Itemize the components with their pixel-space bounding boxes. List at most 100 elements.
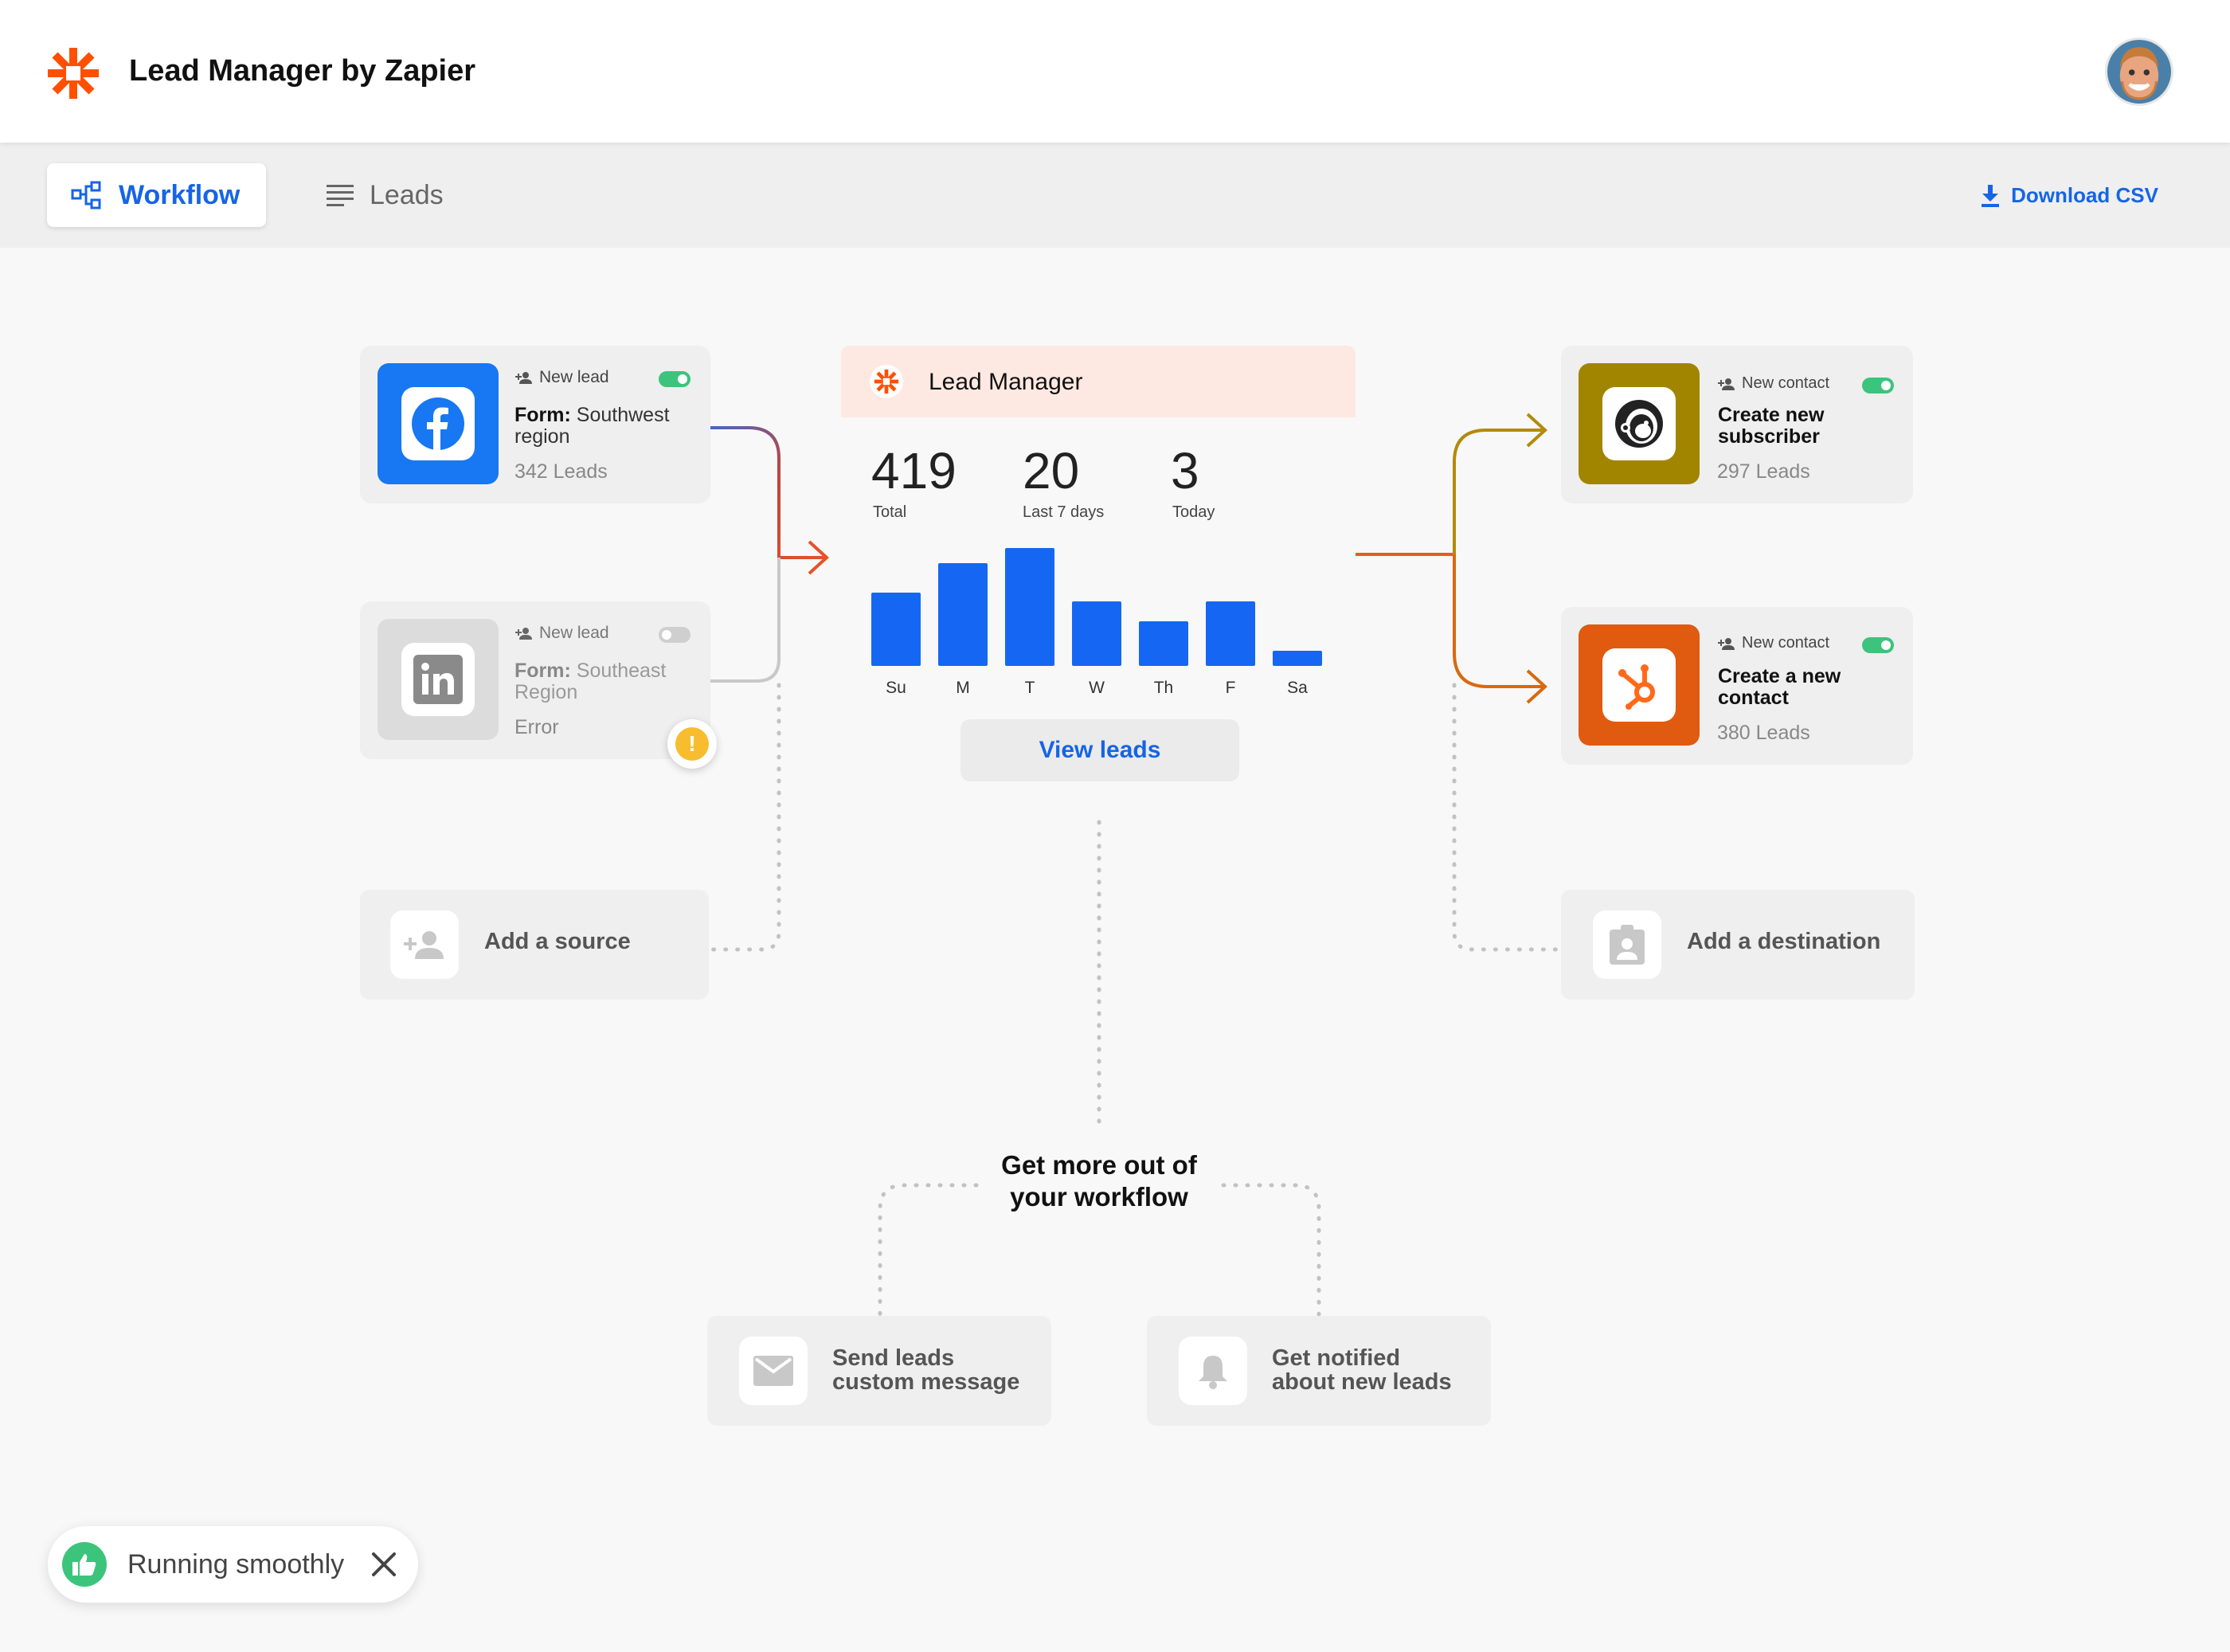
clipboard-box (1593, 910, 1661, 979)
toast-message: Running smoothly (127, 1549, 345, 1580)
send-leads-line1: Send leads (832, 1345, 955, 1371)
form-label: Form: (514, 660, 571, 682)
download-csv-label: Download CSV (2011, 183, 2158, 207)
stat-today-label: Today (1172, 503, 1215, 521)
destination-toggle[interactable] (1862, 637, 1894, 653)
download-csv-button[interactable]: Download CSV (1981, 183, 2158, 208)
status-toast: Running smoothly (48, 1526, 418, 1603)
destination-card-hubspot[interactable]: New contact Create a new contact 380 Lea… (1561, 607, 1913, 765)
mailchimp-tile (1579, 363, 1700, 484)
stat-total-value: 419 (871, 442, 957, 499)
tab-bar: Workflow Leads Download CSV (0, 143, 2230, 248)
lead-manager-title: Lead Manager (929, 369, 1083, 395)
add-source-label: Add a source (484, 929, 631, 954)
contact-clipboard-icon (1610, 925, 1645, 965)
trigger-text: New contact (1742, 634, 1830, 652)
add-person-icon (1718, 637, 1735, 650)
add-destination-label: Add a destination (1687, 929, 1881, 954)
download-icon (1982, 184, 2000, 207)
lead-count: 297 Leads (1717, 460, 1810, 483)
warning-badge[interactable]: ! (667, 719, 717, 769)
trigger-label: New lead (515, 368, 609, 387)
add-person-icon (515, 628, 532, 640)
chart-day-label: F (1225, 679, 1236, 697)
chart-bar (1273, 651, 1322, 666)
view-leads-button[interactable]: View leads (960, 719, 1239, 781)
tab-workflow[interactable]: Workflow (47, 163, 266, 227)
get-notified-line2: about new leads (1272, 1369, 1452, 1395)
bell-icon (1199, 1356, 1227, 1389)
trigger-label: New contact (1718, 374, 1829, 393)
source-toggle[interactable] (659, 371, 691, 387)
form-text: Form: Southwest region (514, 405, 694, 448)
tab-leads-label: Leads (370, 179, 444, 210)
stat-week-label: Last 7 days (1023, 503, 1105, 521)
chart-day-label: M (956, 679, 970, 697)
lead-count: 380 Leads (1717, 722, 1810, 744)
stat-total-label: Total (873, 503, 907, 521)
chart-day-label: Su (886, 679, 906, 697)
bell-box (1179, 1337, 1247, 1405)
mailchimp-icon (1615, 400, 1663, 448)
chart-bar (1072, 601, 1121, 666)
trigger-text: New lead (539, 368, 609, 386)
send-leads-button[interactable]: Send leads custom message (707, 1316, 1051, 1426)
get-notified-button[interactable]: Get notified about new leads (1147, 1316, 1491, 1426)
chart-day-label: W (1089, 679, 1105, 697)
trigger-text: New contact (1742, 374, 1830, 392)
form-text: Form: Southeast Region (514, 660, 694, 703)
chart-day-label: Sa (1287, 679, 1308, 697)
chart-bar (1139, 621, 1188, 666)
trigger-label: New contact (1718, 634, 1829, 652)
tab-workflow-label: Workflow (119, 179, 241, 210)
send-leads-label: Send leads custom message (832, 1346, 1019, 1394)
source-toggle[interactable] (659, 627, 691, 643)
close-icon[interactable] (366, 1547, 401, 1582)
send-leads-line2: custom message (832, 1369, 1020, 1395)
mail-icon (753, 1356, 793, 1386)
warning-icon: ! (675, 727, 709, 761)
app-title: Lead Manager by Zapier (129, 54, 476, 88)
more-title-line2: your workflow (1010, 1182, 1188, 1212)
action-text: Create new subscriber (1718, 404, 1825, 448)
destination-toggle[interactable] (1862, 378, 1894, 393)
source-card-linkedin[interactable]: New lead Form: Southeast Region Error (360, 601, 710, 759)
hubspot-icon (1618, 664, 1655, 710)
add-person-icon (1718, 378, 1735, 390)
form-label: Form: (514, 404, 571, 426)
tab-leads[interactable]: Leads (303, 163, 468, 227)
user-avatar[interactable] (2105, 37, 2173, 106)
workflow-connectors (708, 413, 1560, 1317)
linkedin-icon (413, 655, 463, 704)
chart-day-label: T (1024, 679, 1035, 697)
trigger-text: New lead (539, 624, 609, 642)
action-text: Create a new contact (1718, 665, 1841, 709)
chart-bar (1206, 601, 1255, 666)
lead-count: 342 Leads (514, 460, 608, 483)
linkedin-tile (378, 619, 499, 740)
get-notified-label: Get notified about new leads (1272, 1346, 1452, 1394)
zapier-logo-icon (870, 365, 903, 398)
source-card-facebook[interactable]: New lead Form: Southwest region 342 Lead… (360, 346, 710, 503)
chart-bar (938, 563, 988, 666)
workflow-icon (71, 181, 101, 209)
lead-manager-header: Lead Manager (841, 346, 1356, 417)
thumbs-up-icon (62, 1542, 107, 1587)
hubspot-tile (1579, 624, 1700, 746)
list-icon (327, 185, 354, 206)
chart-day-label: Th (1153, 679, 1174, 697)
add-destination-button[interactable]: Add a destination (1561, 890, 1915, 1000)
chart-bar (1005, 548, 1054, 666)
mail-box (739, 1337, 808, 1405)
zapier-logo-icon (48, 48, 99, 99)
add-source-button[interactable]: Add a source (360, 890, 709, 1000)
facebook-icon (412, 397, 464, 450)
app-header: Lead Manager by Zapier (0, 0, 2230, 143)
chart-bar (871, 593, 921, 666)
destination-card-mailchimp[interactable]: New contact Create new subscriber 297 Le… (1561, 346, 1913, 503)
more-section-title: Get more out of your workflow (940, 1149, 1258, 1213)
trigger-label: New lead (515, 624, 609, 643)
add-person-icon (404, 931, 444, 959)
stat-today-value: 3 (1171, 442, 1199, 499)
error-status: Error (514, 716, 559, 738)
